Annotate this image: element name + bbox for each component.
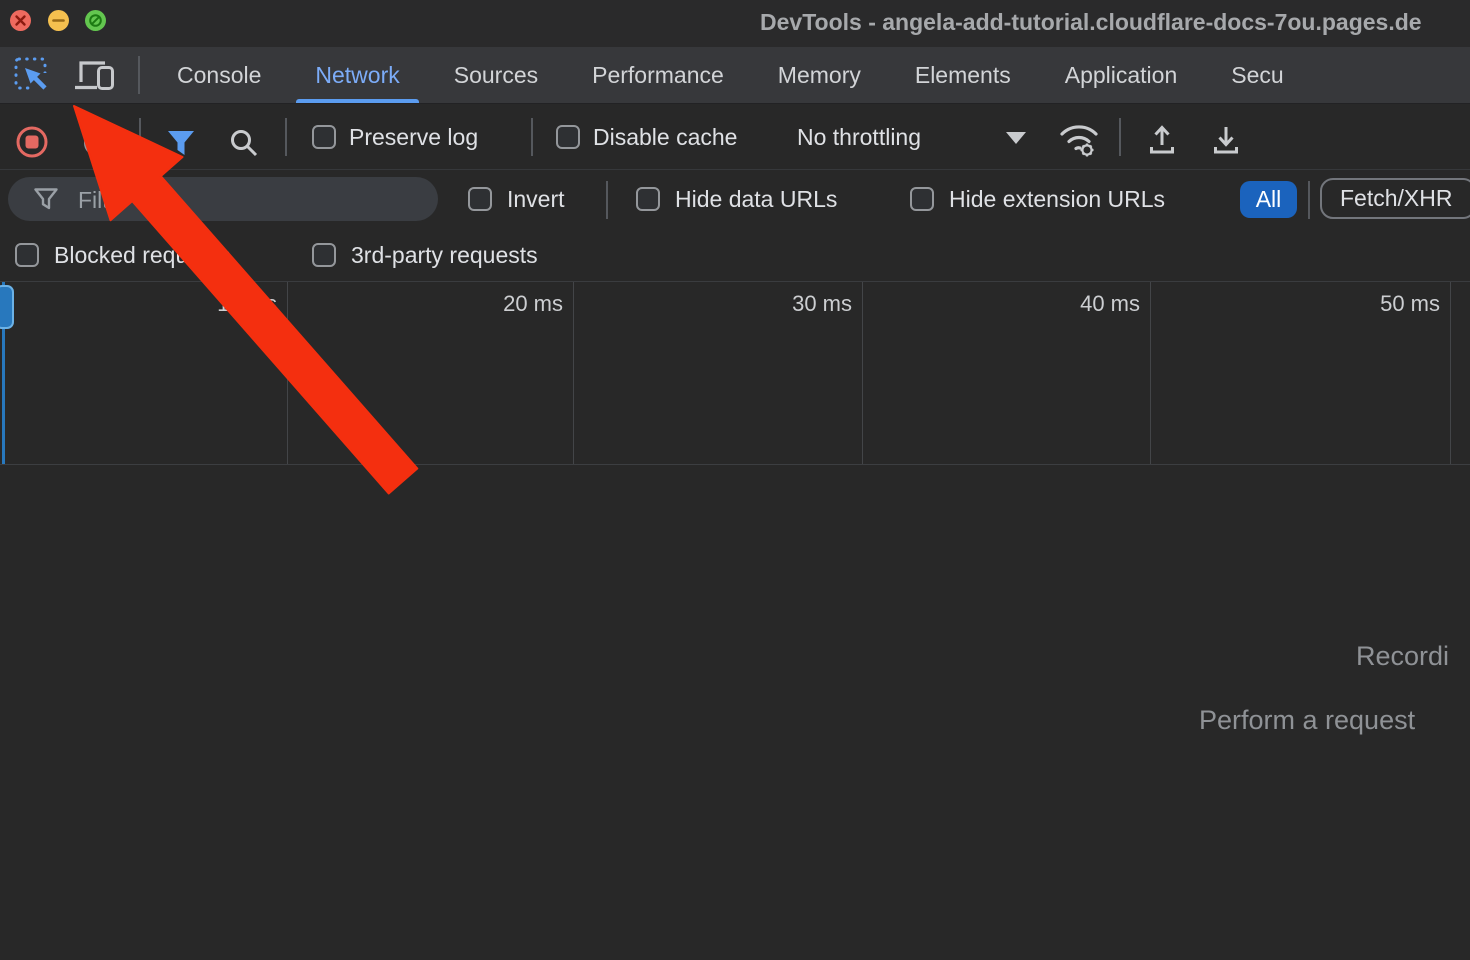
- minimize-button[interactable]: [48, 10, 69, 31]
- network-conditions-button[interactable]: [1056, 119, 1102, 164]
- tab-performance[interactable]: Performance: [565, 47, 751, 103]
- caret-down-icon[interactable]: [1006, 132, 1026, 144]
- inspect-element-button[interactable]: [12, 55, 52, 95]
- hide-data-urls-label: Hide data URLs: [675, 186, 837, 213]
- screenshare-icon: [85, 10, 106, 31]
- active-tab-underline: [296, 99, 418, 103]
- wifi-gear-icon: [1056, 119, 1102, 159]
- devtools-tabbar: Console Network Sources Performance Memo…: [0, 47, 1470, 104]
- search-button[interactable]: [228, 127, 260, 164]
- filter-input[interactable]: [76, 184, 410, 216]
- download-icon: [1210, 123, 1242, 155]
- disable-cache-checkbox[interactable]: [556, 125, 580, 149]
- timeline-overview[interactable]: 10 ms 20 ms 30 ms 40 ms 50 ms: [0, 282, 1470, 465]
- filter-input-pill: [8, 177, 438, 221]
- timeline-gridline: [573, 282, 574, 464]
- filterbar-separator: [1308, 181, 1310, 219]
- empty-state-recording-text: Recordi: [1356, 641, 1449, 672]
- third-party-requests-label: 3rd-party requests: [351, 242, 538, 269]
- preserve-log-checkbox[interactable]: [312, 125, 336, 149]
- preserve-log-label: Preserve log: [349, 124, 478, 151]
- timeline-label: 50 ms: [1300, 291, 1440, 317]
- hide-extension-urls-checkbox[interactable]: [910, 187, 934, 211]
- timeline-label: 20 ms: [423, 291, 563, 317]
- invert-label: Invert: [507, 186, 565, 213]
- clear-network-log-button[interactable]: [82, 128, 112, 163]
- toggle-device-toolbar-button[interactable]: [72, 57, 116, 93]
- hide-data-urls-checkbox[interactable]: [636, 187, 660, 211]
- toolbar-separator: [139, 118, 141, 156]
- clear-icon: [82, 128, 112, 158]
- tab-network[interactable]: Network: [288, 47, 426, 103]
- filter-chip-fetch-xhr[interactable]: Fetch/XHR: [1320, 178, 1470, 219]
- inspect-cursor-icon: [12, 55, 52, 95]
- funnel-icon: [166, 129, 196, 157]
- import-har-button[interactable]: [1146, 123, 1178, 160]
- toolbar-separator: [531, 118, 533, 156]
- hide-extension-urls-label: Hide extension URLs: [949, 186, 1165, 213]
- upload-icon: [1146, 123, 1178, 155]
- timeline-label: 30 ms: [712, 291, 852, 317]
- tab-memory[interactable]: Memory: [751, 47, 888, 103]
- timeline-label: 40 ms: [1000, 291, 1140, 317]
- tabbar-separator: [138, 56, 140, 94]
- record-network-log-button[interactable]: [15, 125, 49, 164]
- invert-checkbox[interactable]: [468, 187, 492, 211]
- devtools-window: DevTools - angela-add-tutorial.cloudflar…: [0, 0, 1470, 960]
- export-har-button[interactable]: [1210, 123, 1242, 160]
- filter-chip-all[interactable]: All: [1240, 181, 1297, 218]
- timeline-gridline: [287, 282, 288, 464]
- funnel-outline-icon: [34, 188, 58, 210]
- minimize-icon: [48, 10, 69, 31]
- blocked-requests-checkbox[interactable]: [15, 243, 39, 267]
- filterbar-separator: [606, 181, 608, 219]
- search-icon: [228, 127, 260, 159]
- tab-application[interactable]: Application: [1038, 47, 1205, 103]
- titlebar: DevTools - angela-add-tutorial.cloudflar…: [0, 0, 1470, 47]
- close-button[interactable]: [10, 10, 31, 31]
- disable-cache-label: Disable cache: [593, 124, 737, 151]
- record-stop-icon: [15, 125, 49, 159]
- timeline-label: 10 ms: [137, 291, 277, 317]
- throttling-select[interactable]: No throttling: [797, 124, 921, 151]
- zoom-button[interactable]: [85, 10, 106, 31]
- timeline-gridline: [1150, 282, 1151, 464]
- toolbar-separator: [285, 118, 287, 156]
- close-icon: [10, 10, 31, 31]
- network-toolbar: Preserve log Disable cache No throttling: [0, 104, 1470, 170]
- timeline-gridline: [862, 282, 863, 464]
- filter-toggle-button[interactable]: [166, 129, 196, 162]
- tab-elements[interactable]: Elements: [888, 47, 1038, 103]
- device-toolbar-icon: [72, 57, 116, 93]
- overview-drag-handle[interactable]: [0, 285, 14, 329]
- filter-bar: Invert Hide data URLs Hide extension URL…: [0, 170, 1470, 228]
- toolbar-separator: [1119, 118, 1121, 156]
- window-title: DevTools - angela-add-tutorial.cloudflar…: [760, 9, 1422, 36]
- request-filter-row: Blocked requests 3rd-party requests: [0, 228, 1470, 282]
- empty-state-perform-text: Perform a request: [1199, 705, 1415, 736]
- timeline-gridline: [1450, 282, 1451, 464]
- third-party-requests-checkbox[interactable]: [312, 243, 336, 267]
- blocked-requests-label: Blocked requests: [54, 242, 230, 269]
- tab-sources[interactable]: Sources: [427, 47, 565, 103]
- tab-security[interactable]: Secu: [1204, 47, 1283, 103]
- tab-console[interactable]: Console: [150, 47, 288, 103]
